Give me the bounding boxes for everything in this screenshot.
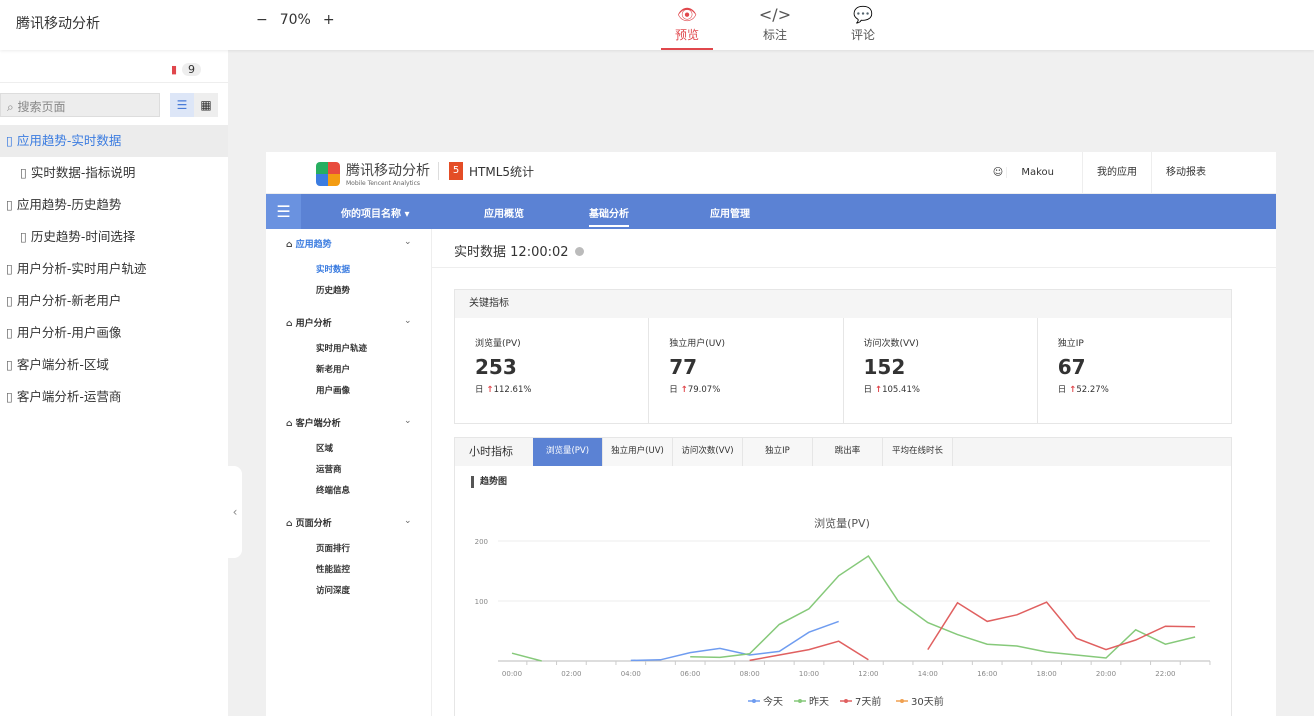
x-tick-label: 10:00	[799, 670, 819, 678]
mode-annotate-tab[interactable]: </> 标注	[749, 4, 801, 43]
legend-dot	[752, 699, 756, 703]
mode-label: 预览	[674, 28, 699, 42]
legend-dot	[844, 699, 848, 703]
series-line-昨天	[690, 554, 1196, 659]
x-tick-label: 08:00	[740, 670, 760, 678]
code-icon: </>	[758, 5, 792, 24]
comment-icon: 💬	[853, 5, 873, 24]
x-tick-label: 02:00	[561, 670, 581, 678]
mode-label: 标注	[762, 28, 787, 42]
series-line-7天前	[749, 640, 869, 662]
app-title: 腾讯移动分析	[16, 16, 100, 32]
x-tick-label: 18:00	[1037, 670, 1057, 678]
legend-item[interactable]: 30天前	[911, 695, 944, 708]
x-tick-label: 06:00	[680, 670, 700, 678]
zoom-level: 70%	[279, 12, 311, 28]
mode-comment-tab[interactable]: 💬 评论	[837, 4, 889, 43]
pv-line-chart: 浏览量(PV) 100 200 00:00 02:00 04:00 06:00 08:00 10…	[475, 516, 1211, 708]
zoom-control: − 70% +	[256, 12, 335, 28]
y-tick-label: 200	[475, 538, 488, 546]
x-tick-label: 16:00	[977, 670, 997, 678]
legend-item[interactable]: 7天前	[855, 695, 881, 708]
mode-preview-tab[interactable]: 👁 预览	[661, 4, 713, 50]
chart-title: 浏览量(PV)	[814, 516, 870, 530]
x-tick-label: 20:00	[1096, 670, 1116, 678]
zoom-out-button[interactable]: −	[256, 12, 268, 28]
mode-label: 评论	[850, 28, 875, 42]
series-line-昨天	[511, 652, 542, 662]
top-bar: 腾讯移动分析 − 70% + 👁 预览 </> 标注 💬 评论	[0, 0, 1314, 50]
zoom-in-button[interactable]: +	[323, 12, 335, 28]
x-tick-label: 14:00	[918, 670, 938, 678]
legend-item[interactable]: 昨天	[809, 696, 829, 708]
series-line-7天前	[927, 601, 1196, 651]
legend-dot	[900, 699, 904, 703]
x-tick-label: 22:00	[1155, 670, 1175, 678]
legend-item[interactable]: 今天	[763, 695, 783, 708]
legend-dot	[798, 699, 802, 703]
series-line-今天	[630, 620, 839, 662]
eye-icon: 👁	[676, 5, 698, 24]
x-tick-label: 12:00	[858, 670, 878, 678]
y-tick-label: 100	[475, 598, 488, 606]
x-tick-label: 00:00	[502, 670, 522, 678]
x-tick-label: 04:00	[621, 670, 641, 678]
